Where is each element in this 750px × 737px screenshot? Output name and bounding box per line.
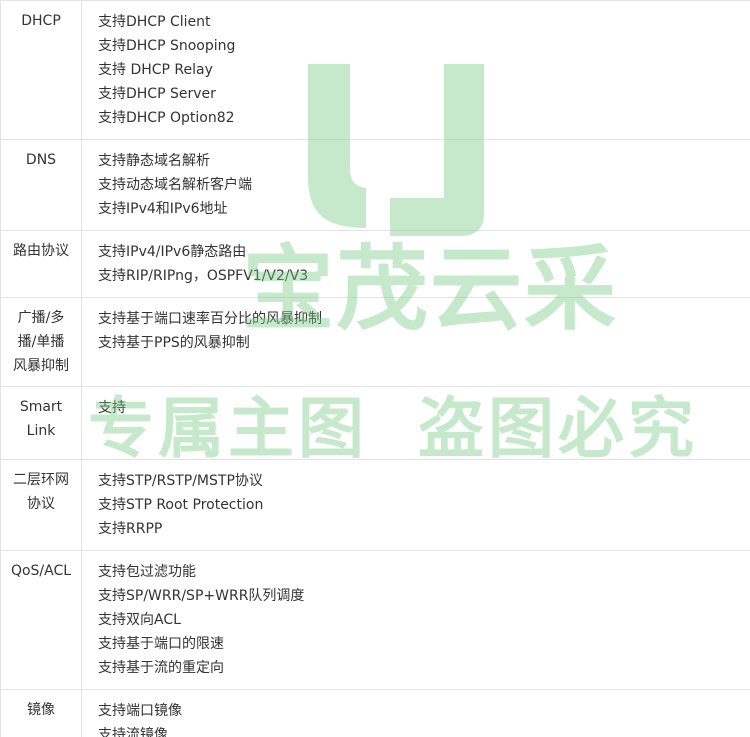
row-label-cell: QoS/ACL [0, 550, 82, 690]
row-label: DHCP [21, 13, 61, 29]
feature-list: 支持包过滤功能 支持SP/WRR/SP+WRR队列调度 支持双向ACL 支持基于… [90, 551, 750, 689]
list-item: 支持端口镜像 [98, 703, 182, 719]
row-label: 广播/多 播/单播 风暴抑制 [13, 310, 69, 374]
row-value-cell: 支持端口镜像 支持流镜像 [81, 689, 750, 737]
row-label-cell: DNS [0, 139, 82, 231]
row-value-cell: 支持静态域名解析 支持动态域名解析客户端 支持IPv4和IPv6地址 [81, 139, 750, 231]
table-row: 二层环网 协议 支持STP/RSTP/MSTP协议 支持STP Root Pro… [0, 459, 750, 551]
feature-list: 支持基于端口速率百分比的风暴抑制 支持基于PPS的风暴抑制 [90, 298, 750, 364]
row-label: DNS [25, 152, 57, 168]
list-item: 支持DHCP Server [98, 86, 216, 102]
list-item: 支持DHCP Snooping [98, 38, 236, 54]
row-label: 路由协议 [13, 243, 69, 259]
row-value-cell: 支持包过滤功能 支持SP/WRR/SP+WRR队列调度 支持双向ACL 支持基于… [81, 550, 750, 690]
feature-list: 支持静态域名解析 支持动态域名解析客户端 支持IPv4和IPv6地址 [90, 140, 750, 230]
feature-list: 支持STP/RSTP/MSTP协议 支持STP Root Protection … [90, 460, 750, 550]
list-item: 支持IPv4和IPv6地址 [98, 201, 228, 217]
list-item: 支持STP Root Protection [98, 497, 264, 513]
row-value-cell: 支持基于端口速率百分比的风暴抑制 支持基于PPS的风暴抑制 [81, 297, 750, 387]
row-label-cell: 广播/多 播/单播 风暴抑制 [0, 297, 82, 387]
list-item: 支持DHCP Option82 [98, 110, 235, 126]
table-row: Smart Link 支持 [0, 386, 750, 460]
table-row: 路由协议 支持IPv4/IPv6静态路由 支持RIP/RIPng，OSPFV1/… [0, 230, 750, 298]
spec-table: DHCP 支持DHCP Client 支持DHCP Snooping 支持 DH… [0, 0, 750, 737]
list-item: 支持基于PPS的风暴抑制 [98, 335, 250, 351]
feature-list: 支持端口镜像 支持流镜像 [90, 690, 750, 737]
list-item: 支持静态域名解析 [98, 153, 210, 169]
list-item: 支持 DHCP Relay [98, 62, 213, 78]
table-row: QoS/ACL 支持包过滤功能 支持SP/WRR/SP+WRR队列调度 支持双向… [0, 550, 750, 690]
feature-list: 支持 [90, 387, 750, 429]
list-item: 支持RIP/RIPng，OSPFV1/V2/V3 [98, 268, 309, 284]
row-value-cell: 支持STP/RSTP/MSTP协议 支持STP Root Protection … [81, 459, 750, 551]
list-item: 支持基于端口的限速 [98, 636, 224, 652]
row-label-cell: 路由协议 [0, 230, 82, 298]
row-label: 镜像 [27, 702, 55, 718]
list-item: 支持SP/WRR/SP+WRR队列调度 [98, 588, 305, 604]
list-item: 支持STP/RSTP/MSTP协议 [98, 473, 263, 489]
list-item: 支持流镜像 [98, 727, 168, 737]
feature-list: 支持DHCP Client 支持DHCP Snooping 支持 DHCP Re… [90, 1, 750, 139]
list-item: 支持动态域名解析客户端 [98, 177, 252, 193]
row-value-cell: 支持 [81, 386, 750, 460]
row-label: 二层环网 协议 [13, 472, 69, 512]
list-item: 支持RRPP [98, 521, 163, 537]
table-row: 广播/多 播/单播 风暴抑制 支持基于端口速率百分比的风暴抑制 支持基于PPS的… [0, 297, 750, 387]
row-label-cell: DHCP [0, 0, 82, 140]
row-value-cell: 支持IPv4/IPv6静态路由 支持RIP/RIPng，OSPFV1/V2/V3 [81, 230, 750, 298]
row-value-cell: 支持DHCP Client 支持DHCP Snooping 支持 DHCP Re… [81, 0, 750, 140]
table-row: DNS 支持静态域名解析 支持动态域名解析客户端 支持IPv4和IPv6地址 [0, 139, 750, 231]
table-row: 镜像 支持端口镜像 支持流镜像 [0, 689, 750, 737]
row-label: QoS/ACL [10, 563, 72, 579]
list-item: 支持DHCP Client [98, 14, 211, 30]
list-item: 支持基于流的重定向 [98, 660, 224, 676]
list-item: 支持包过滤功能 [98, 564, 196, 580]
row-label-cell: Smart Link [0, 386, 82, 460]
list-item: 支持 [98, 400, 126, 416]
row-label: Smart Link [19, 399, 63, 439]
list-item: 支持双向ACL [98, 612, 181, 628]
row-label-cell: 镜像 [0, 689, 82, 737]
feature-list: 支持IPv4/IPv6静态路由 支持RIP/RIPng，OSPFV1/V2/V3 [90, 231, 750, 297]
list-item: 支持基于端口速率百分比的风暴抑制 [98, 311, 322, 327]
table-row: DHCP 支持DHCP Client 支持DHCP Snooping 支持 DH… [0, 0, 750, 140]
row-label-cell: 二层环网 协议 [0, 459, 82, 551]
list-item: 支持IPv4/IPv6静态路由 [98, 244, 247, 260]
